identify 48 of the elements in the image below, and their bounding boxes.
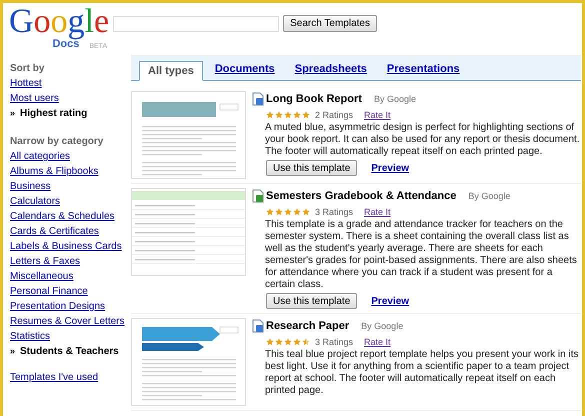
sidebar-link[interactable]: Hottest: [10, 76, 131, 91]
template-description: This template is a grade and attendance tracker for teachers on the semester system. There is a sheet containing the overall class list as well as the student's yearly average. There are sheets for each semester's grades for point-based assignments. There are also sheets for attendance where you can track if a student was present for a certain class.: [264, 219, 578, 291]
author-label: By Google: [374, 92, 416, 106]
sidebar-link[interactable]: Miscellaneous: [10, 269, 131, 284]
template-description: This teal blue project report template helps you present your work in its best light. Use it for anything from a scientific paper to a team project report at school. The footer will automatically repeat itself on each printed page.: [264, 349, 580, 397]
sidebar-link[interactable]: All categories: [10, 149, 131, 164]
selected-marker: »: [10, 345, 16, 358]
sidebar-link[interactable]: Most users: [10, 91, 131, 106]
ratings-count: 3 Ratings: [315, 206, 354, 219]
template-title: Long Book Report: [266, 92, 362, 107]
tab[interactable]: Presentations: [378, 60, 468, 80]
rate-it-link[interactable]: Rate It: [364, 206, 391, 219]
author-label: By Google: [361, 320, 404, 333]
sidebar-link[interactable]: Resumes & Cover Letters: [10, 314, 131, 329]
tab[interactable]: Documents: [206, 60, 283, 80]
sidebar-link[interactable]: Albums & Flipbooks: [10, 164, 131, 179]
sidebar-link[interactable]: Cards & Certificates: [10, 224, 131, 239]
tab[interactable]: Spreadsheets: [286, 60, 375, 80]
ratings-count: 3 Ratings: [315, 336, 354, 349]
sidebar-link[interactable]: Presentation Designs: [10, 299, 131, 314]
search-templates-button[interactable]: Search Templates: [283, 15, 377, 32]
sidebar-link[interactable]: Letters & Faxes: [10, 254, 131, 269]
author-label: By Google: [468, 190, 510, 203]
preview-link[interactable]: Preview: [371, 294, 410, 308]
sidebar-link[interactable]: Personal Finance: [10, 284, 131, 299]
tab[interactable]: All types: [139, 61, 203, 81]
template-description: A muted blue, asymmetric design is perfect for highlighting sections of your book report. It can also be used for any report or thesis document. The footer will automatically repeat itself on each printed page.: [264, 122, 581, 158]
sidebar-link[interactable]: Labels & Business Cards: [10, 239, 131, 254]
template-title: Research Paper: [266, 319, 350, 334]
logo-wordmark: Google: [9, 5, 110, 39]
ratings-count: 2 Ratings: [315, 108, 354, 122]
sidebar-link[interactable]: Calendars & Schedules: [10, 209, 131, 224]
templates-used-link[interactable]: Templates I've used: [10, 370, 131, 385]
rate-it-link[interactable]: Rate It: [364, 108, 391, 122]
selected-option: Highest rating: [20, 106, 88, 121]
use-template-button[interactable]: Use this template: [266, 160, 358, 176]
sidebar-link[interactable]: Calculators: [10, 194, 131, 209]
selected-option: Students & Teachers: [20, 344, 119, 359]
section-heading: Sort by: [10, 62, 46, 76]
rate-it-link[interactable]: Rate It: [364, 336, 391, 349]
preview-link[interactable]: Preview: [371, 160, 410, 176]
selected-marker: »: [10, 107, 16, 120]
use-template-button[interactable]: Use this template: [266, 293, 358, 309]
sidebar-link[interactable]: Business: [10, 179, 131, 194]
product-name: Docs: [52, 39, 80, 50]
section-heading: Narrow by category: [10, 135, 104, 149]
template-title: Semesters Gradebook & Attendance: [266, 189, 456, 204]
sidebar-link[interactable]: Statistics: [10, 329, 131, 344]
